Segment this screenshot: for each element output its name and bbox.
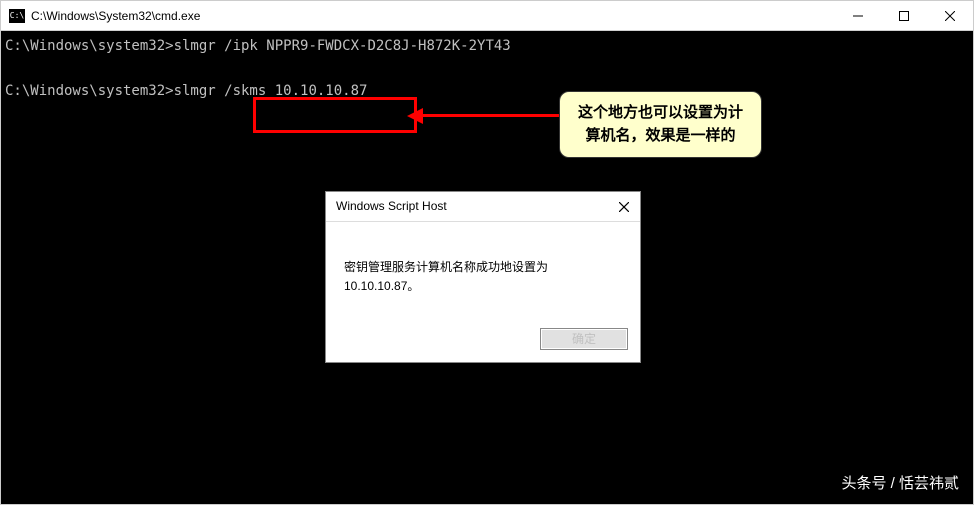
- arrow-line: [421, 114, 559, 117]
- dialog-title: Windows Script Host: [336, 197, 610, 216]
- dialog-footer: 确定: [326, 320, 640, 362]
- annotation-callout: 这个地方也可以设置为计 算机名，效果是一样的: [559, 91, 762, 158]
- minimize-button[interactable]: [835, 1, 881, 30]
- terminal-blank: [5, 57, 969, 79]
- ok-button[interactable]: 确定: [540, 328, 628, 350]
- terminal-line-1: C:\Windows\system32>slmgr /ipk NPPR9-FWD…: [5, 35, 969, 57]
- callout-text-line1: 这个地方也可以设置为计: [578, 102, 743, 125]
- window-controls: [835, 1, 973, 30]
- titlebar: C:\ C:\Windows\System32\cmd.exe: [1, 1, 973, 31]
- dialog-close-button[interactable]: [610, 193, 638, 221]
- close-button[interactable]: [927, 1, 973, 30]
- arrow-head-icon: [407, 108, 423, 124]
- callout-text-line2: 算机名，效果是一样的: [578, 125, 743, 148]
- maximize-button[interactable]: [881, 1, 927, 30]
- cmd-window: C:\ C:\Windows\System32\cmd.exe C:\Windo…: [0, 0, 974, 505]
- watermark-text: 头条号 / 恬芸祎贰: [841, 472, 959, 496]
- highlight-box: [253, 97, 417, 133]
- terminal-area[interactable]: C:\Windows\system32>slmgr /ipk NPPR9-FWD…: [1, 31, 973, 504]
- dialog-message: 密钥管理服务计算机名称成功地设置为 10.10.10.87。: [326, 222, 640, 320]
- window-title: C:\Windows\System32\cmd.exe: [31, 9, 835, 23]
- script-host-dialog: Windows Script Host 密钥管理服务计算机名称成功地设置为 10…: [325, 191, 641, 363]
- cmd-icon: C:\: [9, 9, 25, 23]
- terminal-line-2: C:\Windows\system32>slmgr /skms 10.10.10…: [5, 80, 969, 102]
- dialog-titlebar: Windows Script Host: [326, 192, 640, 222]
